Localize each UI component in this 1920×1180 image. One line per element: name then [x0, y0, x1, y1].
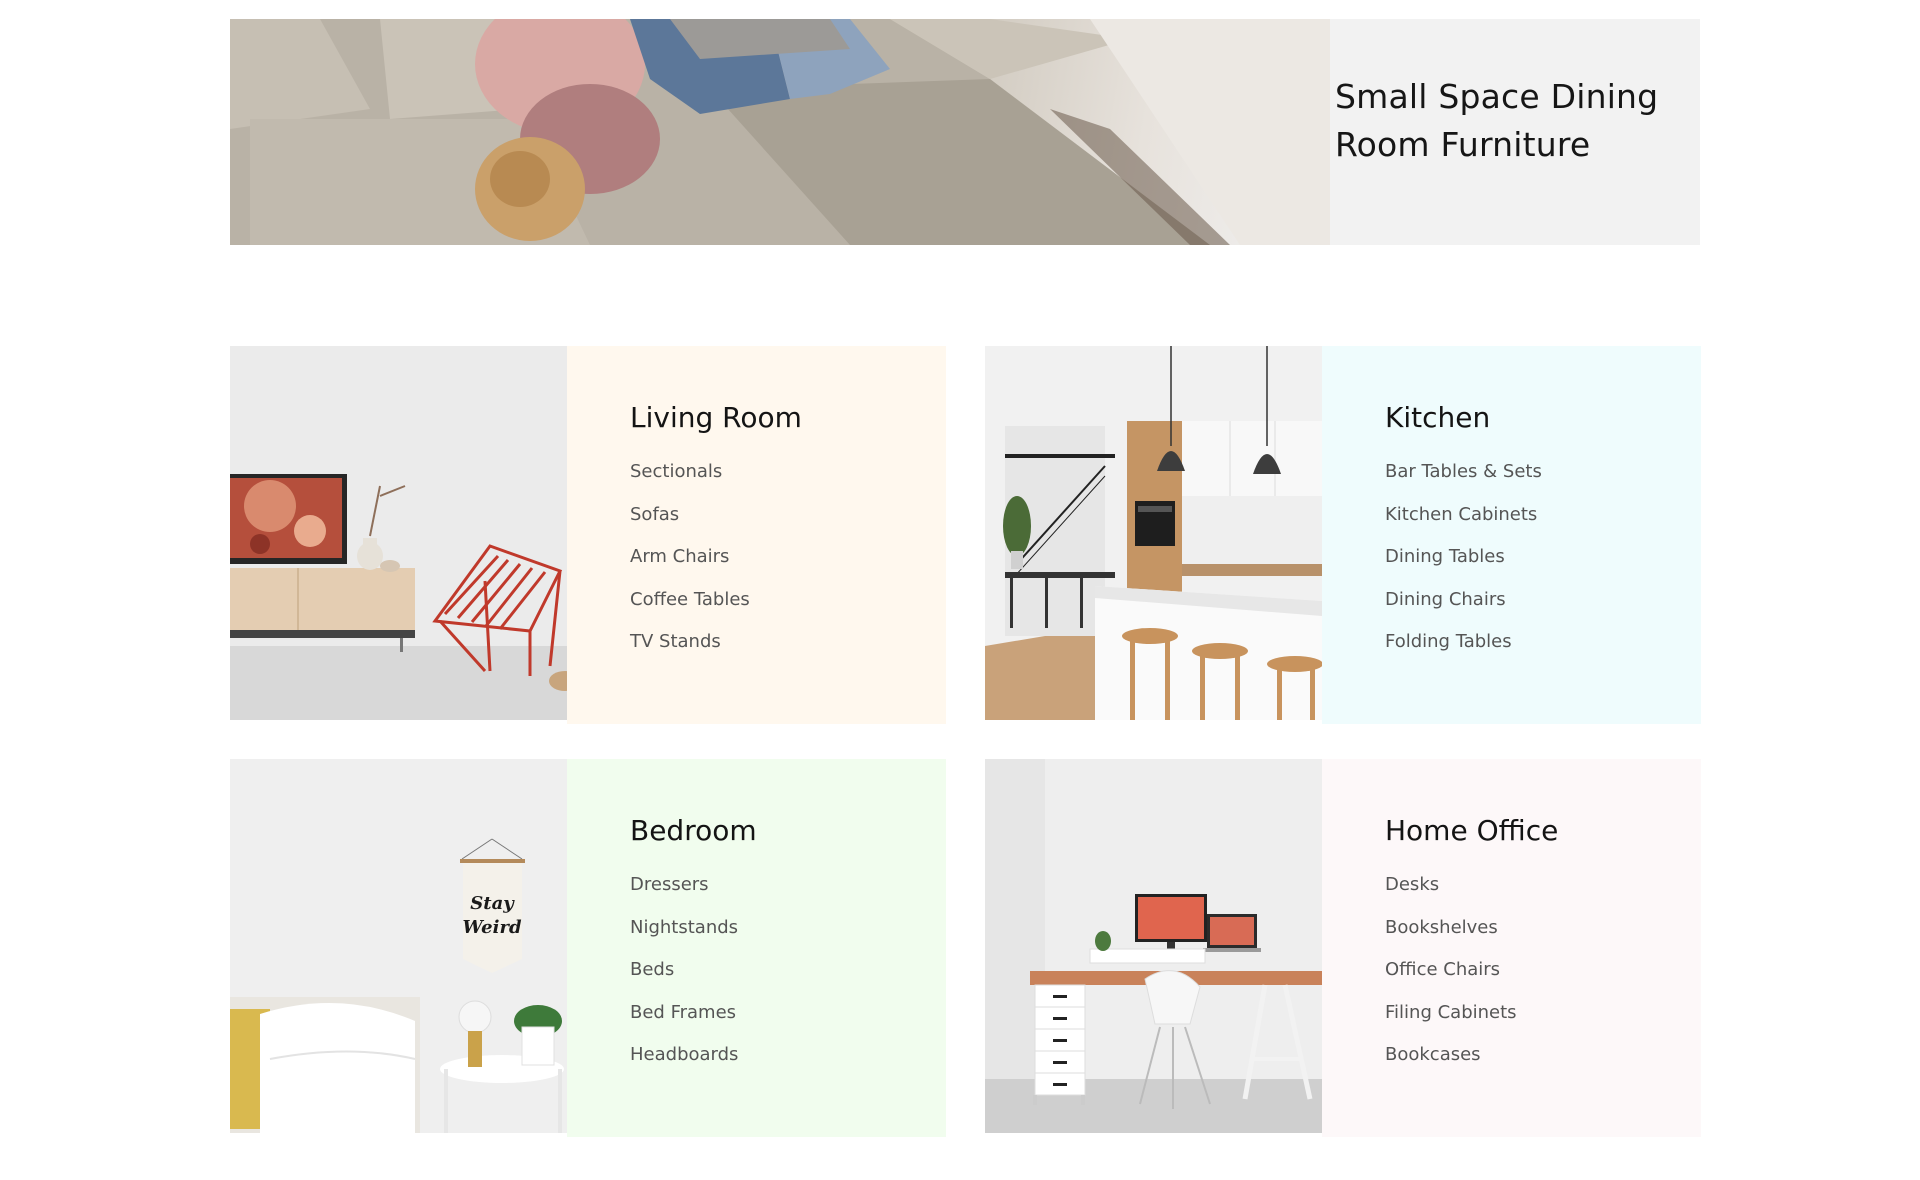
link-bookcases[interactable]: Bookcases — [1385, 1044, 1481, 1065]
list-item: Sectionals — [630, 461, 946, 504]
link-folding-tables[interactable]: Folding Tables — [1385, 631, 1512, 652]
kitchen-links: Bar Tables & Sets Kitchen Cabinets Dinin… — [1385, 461, 1701, 674]
list-item: Kitchen Cabinets — [1385, 504, 1701, 547]
living-room-links: Sectionals Sofas Arm Chairs Coffee Table… — [630, 461, 946, 674]
list-item: Office Chairs — [1385, 959, 1701, 1002]
link-desks[interactable]: Desks — [1385, 874, 1439, 895]
bedroom-links: Dressers Nightstands Beds Bed Frames Hea… — [630, 874, 946, 1087]
link-bed-frames[interactable]: Bed Frames — [630, 1002, 736, 1023]
list-item: Beds — [630, 959, 946, 1002]
category-card-kitchen: Kitchen Bar Tables & Sets Kitchen Cabine… — [985, 346, 1701, 724]
home-office-links: Desks Bookshelves Office Chairs Filing C… — [1385, 874, 1701, 1087]
hero-title[interactable]: Small Space Dining Room Furniture — [1335, 73, 1675, 169]
link-sectionals[interactable]: Sectionals — [630, 461, 722, 482]
list-item: Desks — [1385, 874, 1701, 917]
kitchen-panel: Kitchen Bar Tables & Sets Kitchen Cabine… — [1322, 346, 1701, 724]
hero-banner[interactable]: Small Space Dining Room Furniture — [230, 19, 1700, 245]
link-beds[interactable]: Beds — [630, 959, 674, 980]
category-title-living-room[interactable]: Living Room — [630, 401, 946, 435]
list-item: Bookshelves — [1385, 917, 1701, 960]
bedroom-photo[interactable]: Stay Weird — [230, 759, 567, 1133]
link-coffee-tables[interactable]: Coffee Tables — [630, 589, 750, 610]
link-headboards[interactable]: Headboards — [630, 1044, 738, 1065]
link-sofas[interactable]: Sofas — [630, 504, 679, 525]
category-card-bedroom: Stay Weird Bedroom Dressers Nightstands … — [230, 759, 946, 1137]
hero-photo-illustration — [230, 19, 1330, 245]
list-item: Bookcases — [1385, 1044, 1701, 1087]
list-item: Bar Tables & Sets — [1385, 461, 1701, 504]
kitchen-photo[interactable] — [985, 346, 1322, 720]
list-item: Filing Cabinets — [1385, 1002, 1701, 1045]
pennant-text-line1: Stay — [470, 893, 515, 914]
link-arm-chairs[interactable]: Arm Chairs — [630, 546, 729, 567]
category-title-bedroom[interactable]: Bedroom — [630, 814, 946, 848]
list-item: Sofas — [630, 504, 946, 547]
link-nightstands[interactable]: Nightstands — [630, 917, 738, 938]
link-tv-stands[interactable]: TV Stands — [630, 631, 721, 652]
living-room-photo[interactable] — [230, 346, 567, 720]
list-item: Dining Tables — [1385, 546, 1701, 589]
category-title-kitchen[interactable]: Kitchen — [1385, 401, 1701, 435]
list-item: Coffee Tables — [630, 589, 946, 632]
bedroom-panel: Bedroom Dressers Nightstands Beds Bed Fr… — [567, 759, 946, 1137]
link-dressers[interactable]: Dressers — [630, 874, 709, 895]
list-item: Arm Chairs — [630, 546, 946, 589]
living-room-panel: Living Room Sectionals Sofas Arm Chairs … — [567, 346, 946, 724]
list-item: Headboards — [630, 1044, 946, 1087]
pennant-text-line2: Weird — [462, 917, 522, 938]
list-item: Dining Chairs — [1385, 589, 1701, 632]
link-office-chairs[interactable]: Office Chairs — [1385, 959, 1500, 980]
hero-photo — [230, 19, 1330, 245]
list-item: Folding Tables — [1385, 631, 1701, 674]
link-bookshelves[interactable]: Bookshelves — [1385, 917, 1498, 938]
link-dining-tables[interactable]: Dining Tables — [1385, 546, 1505, 567]
list-item: Bed Frames — [630, 1002, 946, 1045]
list-item: TV Stands — [630, 631, 946, 674]
home-office-panel: Home Office Desks Bookshelves Office Cha… — [1322, 759, 1701, 1137]
link-dining-chairs[interactable]: Dining Chairs — [1385, 589, 1506, 610]
link-bar-tables-sets[interactable]: Bar Tables & Sets — [1385, 461, 1542, 482]
category-card-living-room: Living Room Sectionals Sofas Arm Chairs … — [230, 346, 946, 724]
list-item: Dressers — [630, 874, 946, 917]
link-filing-cabinets[interactable]: Filing Cabinets — [1385, 1002, 1517, 1023]
list-item: Nightstands — [630, 917, 946, 960]
link-kitchen-cabinets[interactable]: Kitchen Cabinets — [1385, 504, 1537, 525]
home-office-photo[interactable] — [985, 759, 1322, 1133]
category-title-home-office[interactable]: Home Office — [1385, 814, 1701, 848]
category-card-home-office: Home Office Desks Bookshelves Office Cha… — [985, 759, 1701, 1137]
